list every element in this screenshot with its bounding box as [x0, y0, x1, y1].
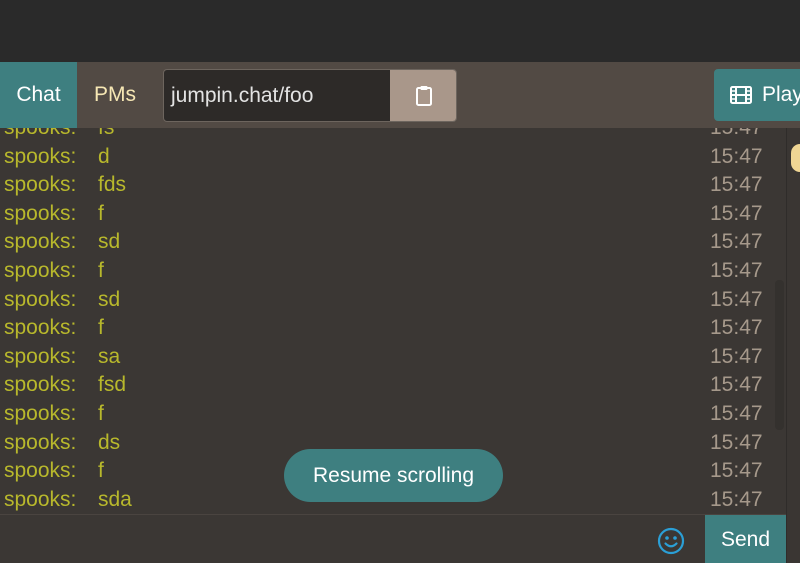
tab-pms[interactable]: PMs	[94, 62, 136, 128]
message-text: fs	[98, 128, 114, 143]
message-username[interactable]: spooks:	[4, 429, 76, 458]
chat-message: spooks: f 15:47	[0, 200, 786, 229]
message-text: sa	[98, 344, 121, 368]
message-input-bar: Send	[0, 514, 786, 563]
film-icon	[730, 86, 752, 104]
side-panel-edge	[786, 128, 800, 563]
copy-url-button[interactable]	[390, 70, 456, 121]
message-username[interactable]: spooks:	[4, 171, 76, 200]
message-username[interactable]: spooks:	[4, 143, 76, 172]
message-text: fsd	[98, 373, 127, 397]
message-input[interactable]	[0, 515, 640, 563]
message-username[interactable]: spooks:	[4, 200, 76, 229]
message-time: 15:47	[710, 430, 763, 454]
send-button[interactable]: Send	[705, 515, 786, 563]
message-text: f	[98, 316, 104, 340]
message-username[interactable]: spooks:	[4, 400, 76, 429]
message-username[interactable]: spooks:	[4, 314, 76, 343]
message-time: 15:47	[710, 402, 763, 425]
message-text: fds	[98, 173, 127, 197]
play-button-label: Play	[762, 83, 800, 106]
message-username[interactable]: spooks:	[4, 343, 76, 372]
message-username[interactable]: spooks:	[4, 228, 76, 257]
chat-message: spooks: fsd 15:47	[0, 371, 786, 400]
message-username[interactable]: spooks:	[4, 457, 76, 486]
chat-message: spooks: sd 15:47	[0, 228, 786, 257]
message-text: sd	[98, 287, 121, 311]
chat-message: spooks: fs 15:47	[0, 128, 786, 143]
room-url-text[interactable]: jumpin.chat/foo	[171, 70, 313, 121]
room-url-box: jumpin.chat/foo	[163, 69, 457, 122]
play-media-button[interactable]: Play	[714, 69, 800, 121]
message-time: 15:47	[710, 173, 763, 197]
message-username[interactable]: spooks:	[4, 128, 76, 143]
tab-chat[interactable]: Chat	[0, 62, 77, 128]
message-text: ds	[98, 430, 121, 454]
message-username[interactable]: spooks:	[4, 371, 76, 400]
message-time: 15:47	[710, 128, 763, 143]
message-time: 15:47	[710, 487, 763, 511]
emoji-button[interactable]	[657, 527, 685, 555]
chat-message: spooks: sa 15:47	[0, 343, 786, 372]
message-text: f	[98, 459, 104, 483]
message-text: f	[98, 402, 104, 425]
chat-message: spooks: d 15:47	[0, 143, 786, 172]
chat-message: spooks: f 15:47	[0, 257, 786, 286]
chat-message: spooks: sd 15:47	[0, 286, 786, 315]
message-time: 15:47	[710, 373, 763, 397]
message-time: 15:47	[710, 144, 763, 168]
message-scrollbar[interactable]	[775, 280, 784, 430]
smiley-icon	[657, 527, 685, 555]
message-text: d	[98, 144, 110, 168]
message-text: f	[98, 259, 104, 282]
message-time: 15:47	[710, 201, 763, 225]
chat-message: spooks: fds 15:47	[0, 171, 786, 200]
top-bar	[0, 0, 800, 62]
message-time: 15:47	[710, 316, 763, 340]
message-username[interactable]: spooks:	[4, 286, 76, 315]
chat-message: spooks: f 15:47	[0, 314, 786, 343]
clipboard-icon	[416, 85, 432, 106]
user-avatar[interactable]	[791, 144, 800, 172]
message-time: 15:47	[710, 287, 763, 311]
message-text: sda	[98, 487, 132, 511]
message-time: 15:47	[710, 459, 763, 483]
message-text: sd	[98, 230, 121, 254]
message-time: 15:47	[710, 259, 763, 282]
message-text: f	[98, 201, 104, 225]
message-time: 15:47	[710, 344, 763, 368]
message-username[interactable]: spooks:	[4, 486, 76, 514]
resume-scrolling-button[interactable]: Resume scrolling	[284, 449, 503, 502]
message-username[interactable]: spooks:	[4, 257, 76, 286]
message-time: 15:47	[710, 230, 763, 254]
chat-message: spooks: f 15:47	[0, 400, 786, 429]
